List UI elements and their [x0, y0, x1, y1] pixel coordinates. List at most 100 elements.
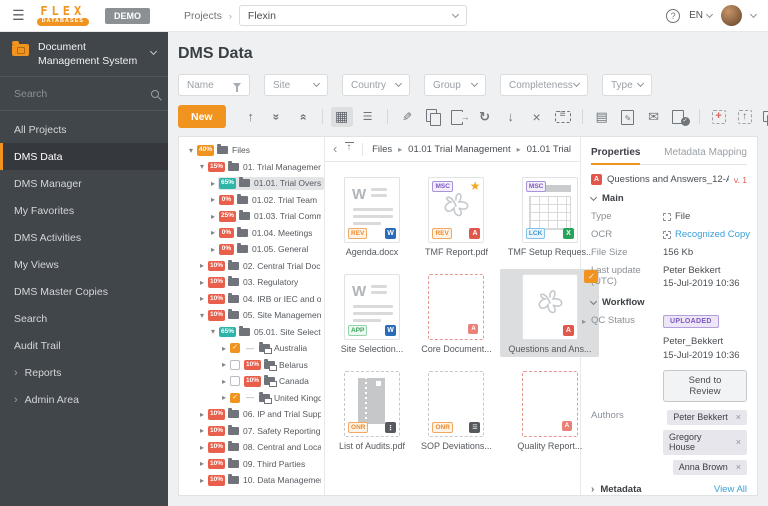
expand-node-icon[interactable]: ▸: [219, 344, 229, 353]
expand-all-icon[interactable]: [292, 107, 314, 127]
section-metadata[interactable]: › Metadata: [591, 484, 642, 495]
tree-row-02-central-trial-documents[interactable]: ▸10% 02. Central Trial Documents: [183, 258, 324, 275]
file-card-sop-deviations[interactable]: ONR SOP Deviations...: [413, 366, 500, 454]
tree-row-05-01-site-selection[interactable]: ▾65% 05.01. Site Selection: [183, 324, 324, 341]
filter-name[interactable]: Name: [178, 74, 250, 96]
sidebar-item-reports[interactable]: › Reports: [0, 359, 168, 386]
edit-icon[interactable]: [396, 107, 418, 127]
sidebar-item-audit-trail[interactable]: Audit Trail: [0, 332, 168, 359]
section-main[interactable]: Main: [589, 193, 747, 204]
tree-row-united-kingdom[interactable]: ▸✓ — United Kingdom: [183, 390, 324, 407]
file-breadcrumb-segment[interactable]: Files: [372, 144, 392, 155]
tree-checkbox[interactable]: ✓: [230, 392, 240, 403]
version-badge[interactable]: v. 1: [734, 175, 747, 185]
remove-author-icon[interactable]: ×: [736, 437, 741, 447]
collapse-all-icon[interactable]: [266, 107, 288, 127]
tree-row-01-02-trial-team[interactable]: ▸ 0% 01.02. Trial Team: [183, 192, 324, 209]
tree-row-05-site-management[interactable]: ▾ 10% 05. Site Management: [183, 307, 324, 324]
user-avatar[interactable]: [721, 5, 742, 26]
sidebar-item-dms-activities[interactable]: DMS Activities: [0, 224, 168, 251]
breadcrumb-projects[interactable]: Projects: [184, 10, 222, 22]
sidebar-item-dms-manager[interactable]: DMS Manager: [0, 170, 168, 197]
clipboard-icon[interactable]: [591, 107, 613, 127]
file-card-questions-and-ans[interactable]: ✓ Questions and Ans...: [500, 269, 600, 357]
filter-group[interactable]: Group: [424, 74, 486, 96]
tree-checkbox[interactable]: ✓: [230, 343, 240, 354]
sidebar-item-dms-data[interactable]: DMS Data: [0, 143, 168, 171]
upload-placeholder-icon[interactable]: [734, 107, 756, 127]
filter-completeness[interactable]: Completeness: [500, 74, 588, 96]
new-button[interactable]: New: [178, 105, 226, 128]
tree-row-08-central-and-local-testing[interactable]: ▸10% 08. Central and Local Testing: [183, 439, 324, 456]
download-icon[interactable]: [500, 107, 522, 127]
file-card-quality-report[interactable]: Quality Report...: [509, 366, 590, 454]
tree-row-canada[interactable]: ▸ 10% Canada: [183, 373, 324, 390]
expand-node-icon[interactable]: ▸: [197, 443, 207, 452]
tree-row-belarus[interactable]: ▸ 10% Belarus: [183, 357, 324, 374]
export-icon[interactable]: [448, 107, 470, 127]
collapse-node-icon[interactable]: ▾: [186, 146, 196, 155]
sidebar-item-dms-master-copies[interactable]: DMS Master Copies: [0, 278, 168, 305]
collapse-node-icon[interactable]: ▾: [197, 162, 207, 171]
sidebar-item-my-favorites[interactable]: My Favorites: [0, 197, 168, 224]
tree-row-01-03-trial-committee[interactable]: ▸25% 01.03. Trial Committee: [183, 208, 324, 225]
expand-node-icon[interactable]: ▸: [208, 245, 218, 254]
sidebar-item-admin-area[interactable]: › Admin Area: [0, 386, 168, 413]
back-icon[interactable]: ‹: [333, 142, 337, 155]
expand-node-icon[interactable]: ▸: [208, 179, 218, 188]
expand-node-icon[interactable]: ▸: [219, 393, 229, 402]
collapse-node-icon[interactable]: ▾: [208, 327, 218, 336]
file-card-site-selection[interactable]: W APP Site Selection...: [333, 269, 412, 357]
project-select[interactable]: Flexin: [238, 5, 467, 26]
file-breadcrumb-segment[interactable]: 01.01 Trial Oversight: [527, 144, 572, 155]
add-placeholder-icon[interactable]: [708, 107, 730, 127]
chevron-down-icon[interactable]: [749, 10, 758, 18]
tree-row-09-third-parties[interactable]: ▸ 10% 09. Third Parties: [183, 456, 324, 473]
expand-node-icon[interactable]: ▸: [197, 410, 207, 419]
expand-node-icon[interactable]: ▸: [219, 377, 229, 386]
hamburger-menu-icon[interactable]: ☰: [12, 7, 25, 24]
tree-row-10-data-management[interactable]: ▸ 10% 10. Data Management: [183, 472, 324, 489]
tab-metadata-mapping[interactable]: Metadata Mapping: [664, 144, 747, 164]
remove-author-icon[interactable]: ×: [736, 462, 741, 472]
copy-structure-icon[interactable]: [760, 107, 768, 127]
sidebar-item-my-views[interactable]: My Views: [0, 251, 168, 278]
ocr-value-link[interactable]: Recognized Copy: [675, 229, 750, 240]
tree-row-australia[interactable]: ▸ ✓ — Australia: [183, 340, 324, 357]
scan-icon[interactable]: [552, 107, 574, 127]
sidebar-item-all-projects[interactable]: All Projects: [0, 116, 168, 143]
tree-row-04-irb-or-iec-and-other-appr[interactable]: ▸10% 04. IRB or IEC and other Appr: [183, 291, 324, 308]
tree-row-07-safety-reporting[interactable]: ▸ 10% 07. Safety Reporting: [183, 423, 324, 440]
sidebar-item-search[interactable]: Search: [0, 305, 168, 332]
tree-checkbox[interactable]: [230, 359, 240, 370]
tree-row-01-trial-management[interactable]: ▾ 15% 01. Trial Management: [183, 159, 324, 176]
mail-icon[interactable]: [643, 107, 665, 127]
section-workflow[interactable]: Workflow: [589, 297, 747, 308]
help-icon[interactable]: ?: [666, 8, 681, 23]
expand-node-icon[interactable]: ▸: [197, 426, 207, 435]
file-card-agenda-docx[interactable]: W REV Agenda.docx: [336, 172, 408, 260]
filter-type[interactable]: Type: [602, 74, 652, 96]
refresh-icon[interactable]: [474, 107, 496, 127]
list-view-icon[interactable]: [357, 107, 379, 127]
expand-node-icon[interactable]: ▸: [197, 278, 207, 287]
close-icon[interactable]: [526, 107, 548, 127]
collapse-node-icon[interactable]: ▾: [197, 311, 207, 320]
grid-view-icon[interactable]: [330, 106, 353, 127]
send-to-review-button[interactable]: Send to Review: [663, 369, 747, 402]
file-card-list-of-audits-pdf[interactable]: ONR List of Audits.pdf: [331, 366, 413, 454]
expand-node-icon[interactable]: ▸: [208, 212, 218, 221]
upload-arrow-icon[interactable]: [240, 107, 262, 127]
file-card-tmf-report-pdf[interactable]: MSC ★ REV TMF Report.pdf: [417, 172, 496, 260]
copy-icon[interactable]: [422, 107, 444, 127]
up-level-icon[interactable]: [343, 142, 355, 155]
sidebar-module-switcher[interactable]: Document Management System: [0, 32, 168, 78]
search-input[interactable]: [12, 87, 151, 102]
tree-checkbox[interactable]: [230, 376, 240, 387]
expand-node-icon[interactable]: ▸: [197, 261, 207, 270]
expand-node-icon[interactable]: ▸: [197, 476, 207, 485]
expand-node-icon[interactable]: ▸: [197, 459, 207, 468]
filter-country[interactable]: Country: [342, 74, 410, 96]
language-select[interactable]: EN: [689, 10, 714, 21]
expand-node-icon[interactable]: ▸: [197, 294, 207, 303]
